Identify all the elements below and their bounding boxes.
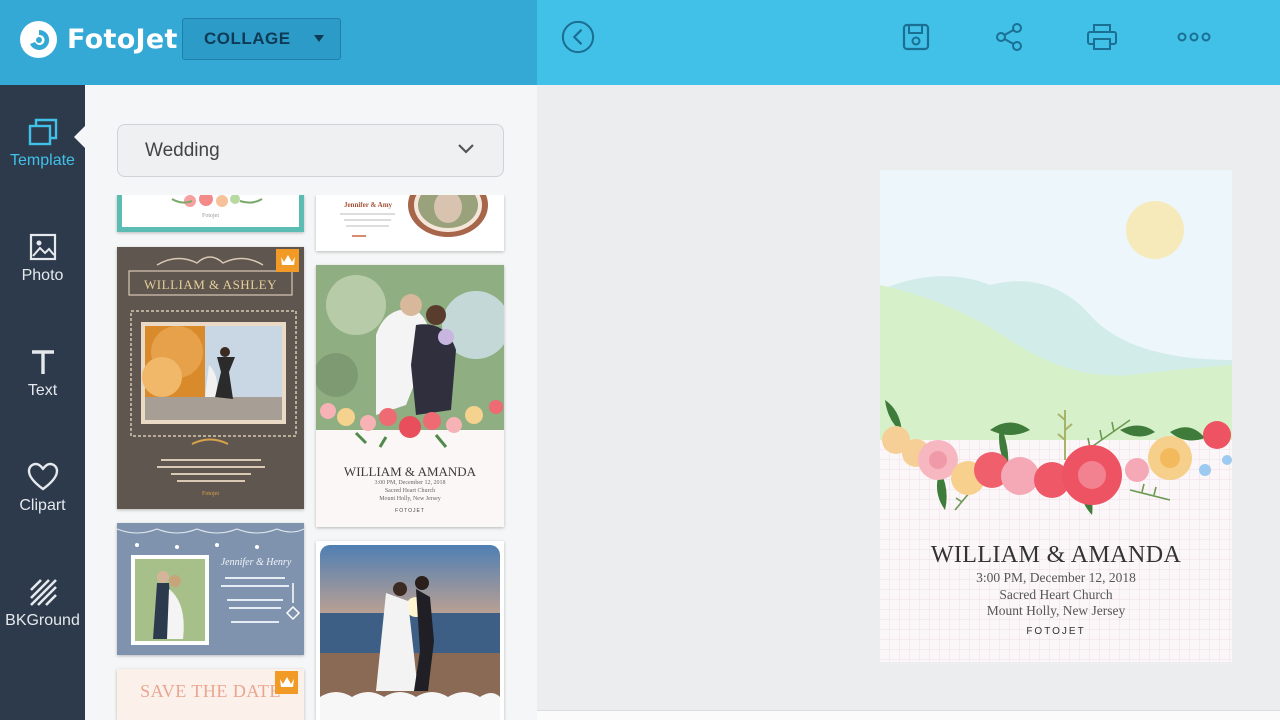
template-brand: Fotojet bbox=[201, 491, 219, 497]
more-button[interactable] bbox=[1177, 20, 1211, 54]
design-brand[interactable]: FOTOJET bbox=[880, 626, 1232, 637]
caret-down-icon bbox=[314, 35, 324, 42]
template-names: WILLIAM & ASHLEY bbox=[144, 277, 277, 292]
app-name: FotoJet bbox=[67, 24, 178, 55]
active-indicator bbox=[74, 126, 85, 148]
template-thumb[interactable]: Jennifer & Henry bbox=[117, 523, 304, 655]
crown-icon bbox=[280, 255, 295, 265]
template-detail: 3:00 PM, December 12, 2018 bbox=[374, 480, 446, 486]
template-thumb[interactable]: Jennifer & Amy bbox=[316, 195, 504, 251]
print-icon bbox=[1087, 24, 1117, 50]
design-time[interactable]: 3:00 PM, December 12, 2018 bbox=[880, 570, 1232, 586]
rail-label-photo: Photo bbox=[21, 267, 64, 284]
topbar-left: FotoJet COLLAGE bbox=[0, 0, 537, 85]
text-icon bbox=[29, 345, 57, 379]
save-button[interactable] bbox=[899, 20, 933, 54]
template-thumb[interactable]: Fotojet bbox=[117, 195, 304, 232]
template-list[interactable]: Fotojet Jennifer & Amy WILLIAM & ASHLEY … bbox=[85, 195, 537, 720]
topbar-right bbox=[537, 0, 1280, 85]
template-detail: Mount Holly, New Jersey bbox=[379, 496, 441, 502]
photo-icon bbox=[28, 230, 58, 264]
template-brand: Fotojet bbox=[201, 213, 219, 219]
back-icon bbox=[561, 20, 595, 54]
rail-label-text: Text bbox=[27, 382, 58, 399]
template-names: Jennifer & Henry bbox=[220, 557, 292, 568]
mode-dropdown[interactable]: COLLAGE bbox=[182, 18, 341, 60]
template-names: WILLIAM & AMANDA bbox=[343, 464, 477, 479]
chevron-down-icon bbox=[458, 144, 474, 154]
premium-badge bbox=[275, 671, 298, 694]
save-icon bbox=[902, 23, 930, 51]
template-thumb[interactable] bbox=[316, 541, 504, 720]
design-canvas[interactable]: WILLIAM & AMANDA 3:00 PM, December 12, 2… bbox=[880, 170, 1232, 662]
design-venue[interactable]: Sacred Heart Church bbox=[880, 587, 1232, 603]
rail-item-clipart[interactable]: Clipart bbox=[0, 460, 85, 550]
template-icon bbox=[26, 115, 60, 149]
template-art bbox=[320, 545, 500, 720]
left-rail: Template Photo Text Clipart BKGround bbox=[0, 85, 85, 720]
template-thumb[interactable]: WILLIAM & ASHLEY Fotojet bbox=[117, 247, 304, 509]
background-icon bbox=[28, 575, 58, 609]
template-thumb[interactable]: WILLIAM & AMANDA 3:00 PM, December 12, 2… bbox=[316, 265, 504, 527]
rail-item-text[interactable]: Text bbox=[0, 345, 85, 435]
share-icon bbox=[996, 23, 1022, 51]
rail-label-clipart: Clipart bbox=[19, 497, 66, 514]
app-logo[interactable]: FotoJet bbox=[20, 21, 178, 58]
mode-label: COLLAGE bbox=[204, 29, 291, 48]
print-button[interactable] bbox=[1085, 20, 1119, 54]
bottom-strip bbox=[537, 710, 1280, 720]
more-icon bbox=[1177, 32, 1211, 42]
canvas-area[interactable]: WILLIAM & AMANDA 3:00 PM, December 12, 2… bbox=[537, 85, 1280, 710]
frame-art bbox=[408, 195, 488, 237]
crown-icon bbox=[279, 677, 294, 687]
share-button[interactable] bbox=[992, 20, 1026, 54]
rail-item-template[interactable]: Template bbox=[0, 115, 85, 205]
design-location[interactable]: Mount Holly, New Jersey bbox=[880, 603, 1232, 619]
premium-badge bbox=[276, 249, 299, 272]
rail-item-photo[interactable]: Photo bbox=[0, 230, 85, 320]
template-detail: Sacred Heart Church bbox=[384, 488, 436, 494]
rail-label-bkground: BKGround bbox=[5, 612, 80, 629]
template-thumb[interactable]: SAVE THE DATE bbox=[117, 669, 304, 720]
rail-item-bkground[interactable]: BKGround bbox=[0, 575, 85, 665]
heart-icon bbox=[27, 460, 59, 494]
back-button[interactable] bbox=[561, 20, 595, 54]
category-value: Wedding bbox=[145, 139, 220, 161]
template-art bbox=[117, 528, 304, 645]
template-panel: Wedding Fotojet Jennifer & Amy WILLIAM &… bbox=[85, 85, 537, 720]
design-names[interactable]: WILLIAM & AMANDA bbox=[880, 542, 1232, 569]
template-brand: FOTOJET bbox=[395, 508, 425, 514]
fotojet-logo-icon bbox=[20, 21, 57, 58]
category-dropdown[interactable]: Wedding bbox=[117, 124, 504, 177]
rail-label-template: Template bbox=[10, 152, 75, 169]
